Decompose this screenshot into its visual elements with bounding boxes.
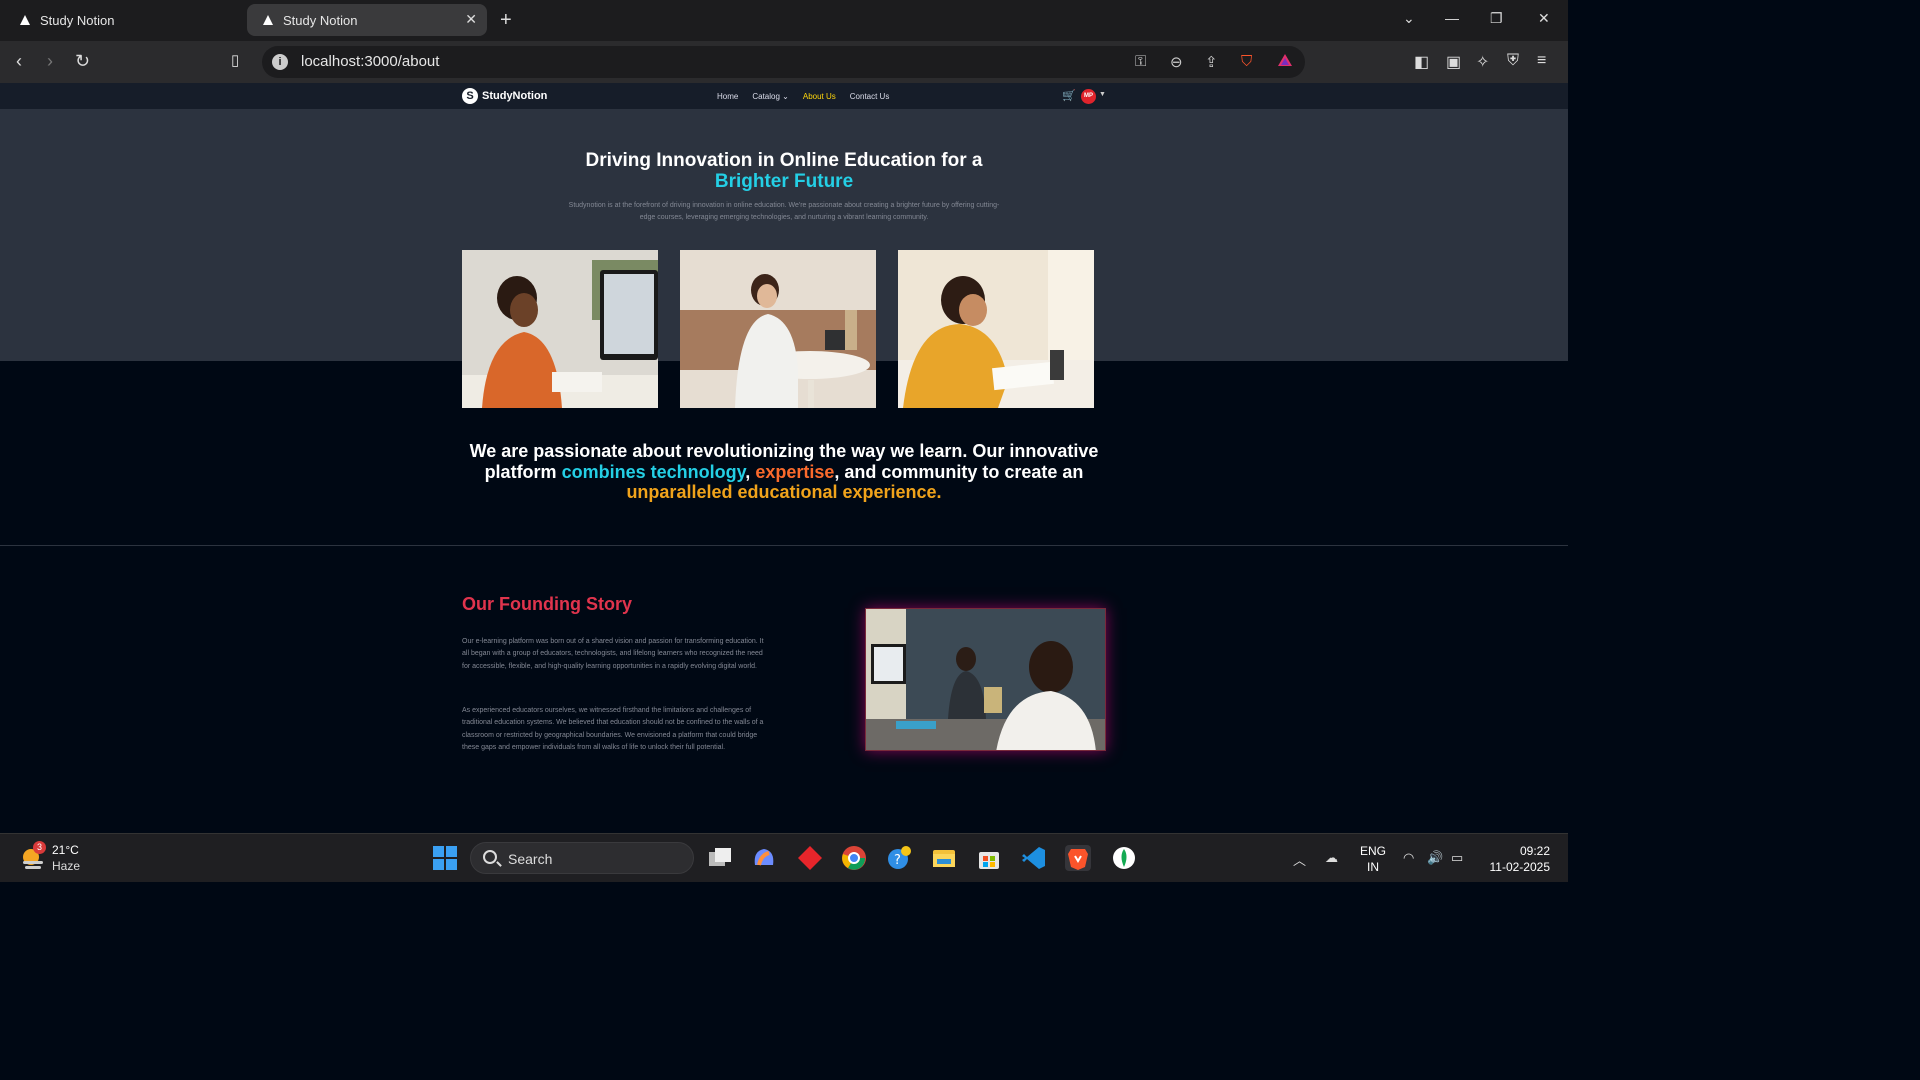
vscode-icon[interactable]	[1021, 845, 1047, 871]
share-icon[interactable]: ⇪	[1205, 53, 1218, 71]
close-tab-icon[interactable]: ✕	[465, 11, 477, 28]
clock-date: 11-02-2025	[1489, 860, 1551, 874]
nav-contact[interactable]: Contact Us	[850, 92, 890, 101]
mission-quote: We are passionate about revolutionizing …	[454, 441, 1114, 503]
tab-title: Study Notion	[283, 12, 358, 28]
new-tab-icon[interactable]: +	[500, 9, 512, 32]
weather-condition[interactable]: Haze	[52, 859, 80, 873]
about-image-1	[462, 250, 658, 408]
chrome-icon[interactable]	[841, 845, 867, 871]
windows-taskbar: 3 21°C Haze Search ? ︿ ☁ ENG IN ◠ 🔊 ▭ 09…	[0, 833, 1568, 882]
hero-heading-highlight: Brighter Future	[714, 171, 854, 192]
app-red-diamond-icon[interactable]	[797, 845, 823, 871]
brave-rewards-icon[interactable]	[1277, 53, 1293, 71]
quote-highlight-experience: unparalleled educational experience.	[626, 482, 942, 502]
minimize-icon[interactable]: —	[1445, 10, 1459, 26]
section-divider	[0, 545, 1568, 546]
leo-ai-icon[interactable]: ✧	[1476, 52, 1489, 72]
about-image-3	[898, 250, 1094, 408]
microsoft-store-icon[interactable]	[976, 845, 1002, 871]
quote-separator: ,	[745, 461, 751, 482]
browser-toolbar: ‹ › ↻ ▯ i localhost:3000/about ⚿ ⊖ ⇪ ⛉ ◧…	[0, 41, 1568, 83]
battery-icon[interactable]: ▭	[1451, 850, 1463, 866]
site-favicon-icon	[18, 13, 32, 27]
founding-story-title: Our Founding Story	[462, 594, 632, 614]
browser-tab[interactable]: Study Notion	[4, 4, 242, 36]
password-key-icon[interactable]: ⚿	[1135, 53, 1146, 70]
tab-title: Study Notion	[40, 12, 115, 28]
nav-catalog-label: Catalog	[752, 92, 780, 101]
search-label: Search	[508, 851, 553, 867]
vpn-icon[interactable]: ⛨	[1507, 52, 1519, 70]
nav-about[interactable]: About Us	[803, 92, 836, 101]
logo-icon: S	[462, 88, 478, 104]
language-indicator[interactable]: ENG IN	[1360, 843, 1386, 875]
clock-time: 09:22	[1519, 844, 1550, 858]
task-view-icon[interactable]	[707, 845, 733, 871]
founding-story-paragraph-1: Our e-learning platform was born out of …	[462, 638, 764, 670]
forward-icon[interactable]: ›	[47, 51, 53, 72]
onedrive-icon[interactable]: ☁	[1325, 850, 1338, 866]
language-code: ENG	[1360, 844, 1387, 858]
nav-links: Home Catalog ⌄ About Us Contact Us	[717, 92, 889, 101]
tray-overflow-icon[interactable]: ︿	[1293, 850, 1306, 869]
region-code: IN	[1367, 860, 1379, 874]
tab-list-chevron-icon[interactable]: ⌄	[1403, 10, 1415, 27]
sidebar-icon[interactable]: ◧	[1414, 52, 1429, 72]
quote-text-2: , and community to create an	[834, 461, 1084, 482]
founding-story-paragraph-2: As experienced educators ourselves, we w…	[462, 707, 764, 751]
nav-catalog[interactable]: Catalog ⌄	[752, 92, 789, 101]
reload-icon[interactable]: ↻	[75, 51, 90, 72]
quote-highlight-technology: combines technology	[561, 461, 746, 482]
site-favicon-icon	[261, 13, 275, 27]
search-icon	[483, 850, 497, 864]
logo-text: StudyNotion	[482, 90, 548, 102]
browser-tab-bar: Study Notion Study Notion ✕ + ⌄ — ❐ ✕	[0, 0, 1568, 41]
restore-icon[interactable]: ❐	[1490, 10, 1503, 27]
taskbar-search[interactable]: Search	[470, 842, 694, 874]
about-image-2	[680, 250, 876, 408]
windows-start-icon[interactable]	[432, 845, 458, 871]
address-bar[interactable]: i localhost:3000/about ⚿ ⊖ ⇪ ⛉	[262, 46, 1305, 78]
svg-text:?: ?	[894, 853, 901, 868]
avatar[interactable]: MP	[1081, 89, 1096, 104]
site-navbar: S StudyNotion Home Catalog ⌄ About Us Co…	[0, 83, 1568, 110]
mongodb-compass-icon[interactable]	[1111, 845, 1137, 871]
brave-browser-icon[interactable]	[1065, 845, 1091, 871]
weather-temperature[interactable]: 21°C	[52, 843, 79, 857]
quote-highlight-expertise: expertise	[755, 461, 835, 482]
weather-badge: 3	[33, 841, 46, 854]
back-icon[interactable]: ‹	[16, 51, 22, 72]
nav-home[interactable]: Home	[717, 92, 738, 101]
hero-heading: Driving Innovation in Online Education f…	[484, 150, 1084, 192]
avatar-dropdown-icon[interactable]: ▼	[1099, 91, 1106, 98]
brave-shield-icon[interactable]: ⛉	[1241, 53, 1252, 70]
zoom-icon[interactable]: ⊖	[1170, 53, 1183, 71]
cart-icon[interactable]: 🛒	[1062, 89, 1076, 102]
wallet-icon[interactable]: ▣	[1446, 52, 1461, 72]
hero-heading-text: Driving Innovation in Online Education f…	[585, 150, 983, 171]
chevron-down-icon: ⌄	[782, 92, 789, 101]
copilot-icon[interactable]	[751, 845, 777, 871]
hero-description: Studynotion is at the forefront of drivi…	[568, 202, 1000, 221]
system-clock[interactable]: 09:22 11-02-2025	[1484, 843, 1551, 875]
volume-icon[interactable]: 🔊	[1427, 850, 1443, 866]
founding-story-image	[865, 608, 1106, 751]
help-icon[interactable]: ?	[886, 845, 912, 871]
close-window-icon[interactable]: ✕	[1538, 10, 1550, 27]
site-logo[interactable]: S StudyNotion	[462, 88, 547, 104]
url-text[interactable]: localhost:3000/about	[301, 53, 439, 70]
file-explorer-icon[interactable]	[931, 845, 957, 871]
bookmark-icon[interactable]: ▯	[231, 51, 239, 69]
site-info-icon[interactable]: i	[272, 54, 288, 70]
browser-tab-active[interactable]: Study Notion ✕	[247, 4, 487, 36]
menu-icon[interactable]: ≡	[1537, 52, 1546, 70]
wifi-icon[interactable]: ◠	[1403, 850, 1414, 866]
